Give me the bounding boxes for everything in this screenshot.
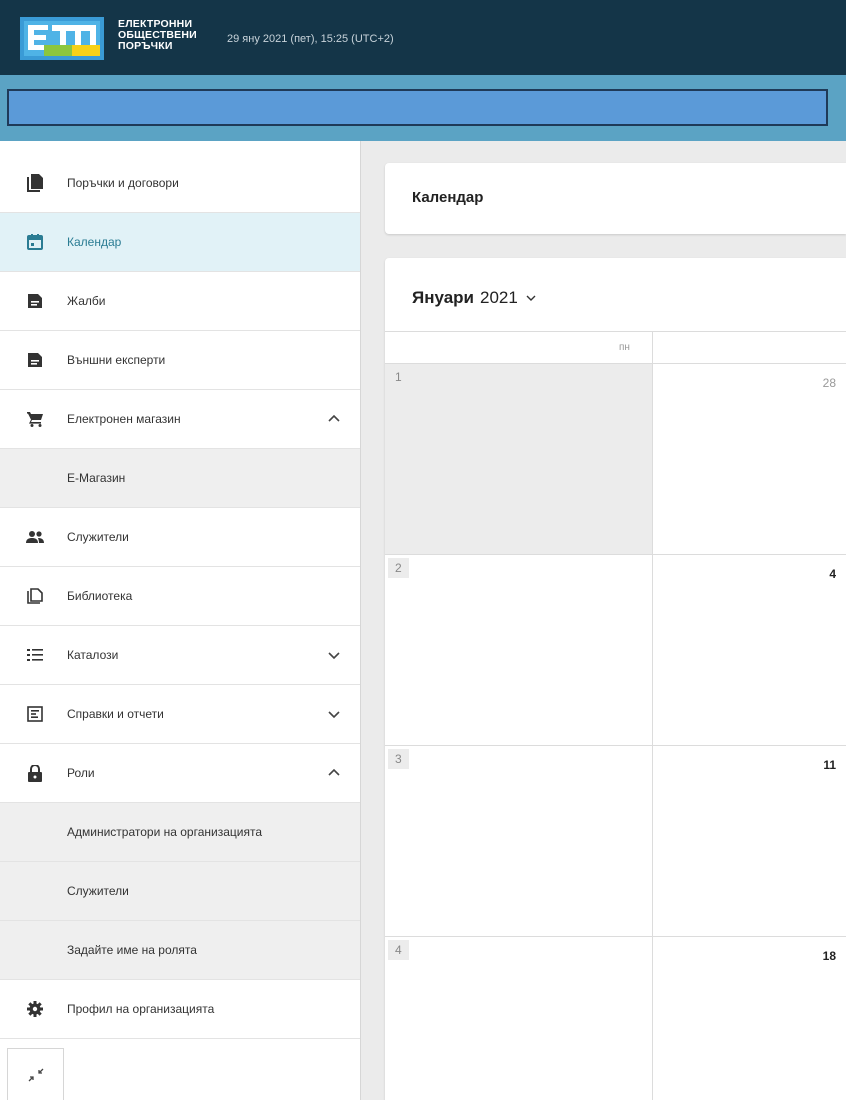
sidebar-item-label: Е-Магазин <box>67 471 126 485</box>
file-text-icon <box>26 351 44 369</box>
calendar-day-cell[interactable] <box>385 364 652 554</box>
sidebar-item-label: Справки и отчети <box>67 707 164 721</box>
chevron-up-icon <box>328 414 340 422</box>
library-icon <box>26 587 44 605</box>
sidebar-item-label: Библиотека <box>67 589 133 603</box>
sidebar-item-library[interactable]: Библиотека <box>0 567 360 626</box>
day-number: 11 <box>823 758 836 772</box>
collapse-sidebar-button[interactable] <box>7 1048 64 1100</box>
chevron-up-icon <box>328 768 340 776</box>
calendar-week: 1 28 <box>385 364 846 555</box>
sidebar-item-external-experts[interactable]: Външни експерти <box>0 331 360 390</box>
sidebar-item-label: Календар <box>67 235 122 249</box>
sidebar-item-employees[interactable]: Служители <box>0 508 360 567</box>
calendar-card: Януари 2021 пн 1 28 2 4 3 11 4 18 <box>385 258 846 1100</box>
sidebar-item-label: Администратори на организацията <box>67 825 262 839</box>
page-title: Календар <box>412 189 484 206</box>
lock-icon <box>26 764 44 782</box>
sidebar-item-roles[interactable]: Роли <box>0 744 360 803</box>
current-datetime: 29 яну 2021 (пет), 15:25 (UTC+2) <box>227 33 394 45</box>
calendar-day-cell[interactable] <box>385 555 652 745</box>
sidebar-item-org-profile[interactable]: Профил на организацията <box>0 980 360 1039</box>
sidebar-item-label: Профил на организацията <box>67 1002 215 1016</box>
day-number: 4 <box>829 567 836 581</box>
month-label: Януари <box>412 288 475 307</box>
top-header: ЕЛЕКТРОННИ ОБЩЕСТВЕНИ ПОРЪЧКИ 29 яну 202… <box>0 0 846 75</box>
logo-line-3: ПОРЪЧКИ <box>118 40 173 52</box>
week-number: 4 <box>388 940 409 960</box>
sidebar-item-label: Жалби <box>67 294 106 308</box>
sidebar-item-label: Поръчки и договори <box>67 176 179 190</box>
week-number: 3 <box>388 749 409 769</box>
sidebar-item-label: Външни експерти <box>67 353 166 367</box>
logo[interactable] <box>20 17 104 60</box>
sidebar-item-calendar[interactable]: Календар <box>0 213 360 272</box>
chevron-down-icon <box>526 295 536 301</box>
calendar-header: пн <box>385 331 846 365</box>
logo-text: ЕЛЕКТРОННИ ОБЩЕСТВЕНИ ПОРЪЧКИ <box>118 19 197 52</box>
sidebar-item-label: Задайте име на ролята <box>67 943 197 957</box>
year-label: 2021 <box>480 288 518 307</box>
sidebar-item-reports[interactable]: Справки и отчети <box>0 685 360 744</box>
calendar-day-cell[interactable] <box>385 746 652 936</box>
list-icon <box>26 646 44 664</box>
sidebar-subitem-employees[interactable]: Служители <box>0 862 360 921</box>
sidebar-item-label: Служители <box>67 884 129 898</box>
sidebar-item-complaints[interactable]: Жалби <box>0 272 360 331</box>
chevron-down-icon <box>328 711 340 719</box>
sidebar-item-label: Каталози <box>67 648 119 662</box>
search-input[interactable] <box>7 89 828 126</box>
sidebar-item-e-shop[interactable]: Електронен магазин <box>0 390 360 449</box>
file-text-icon <box>26 292 44 310</box>
chevron-down-icon <box>328 652 340 660</box>
day-of-week-header: пн <box>619 342 630 353</box>
sidebar-item-label: Служители <box>67 530 129 544</box>
week-number: 1 <box>395 370 402 384</box>
calendar-day-cell[interactable] <box>385 937 652 1100</box>
people-icon <box>26 528 44 546</box>
week-number: 2 <box>388 558 409 578</box>
sidebar-item-label: Роли <box>67 766 95 780</box>
sidebar: Поръчки и договори Календар Жалби Външни… <box>0 141 361 1100</box>
calendar-week: 3 11 <box>385 746 846 937</box>
day-number: 18 <box>822 949 836 963</box>
collapse-icon <box>28 1068 43 1081</box>
sidebar-subitem-org-admins[interactable]: Администратори на организацията <box>0 803 360 862</box>
calendar-week: 2 4 <box>385 555 846 746</box>
sidebar-item-label: Електронен магазин <box>67 412 181 426</box>
sidebar-item-orders[interactable]: Поръчки и договори <box>0 154 360 213</box>
gear-icon <box>26 1000 44 1018</box>
cart-icon <box>26 410 44 428</box>
calendar-week: 4 18 <box>385 937 846 1100</box>
sidebar-item-catalogs[interactable]: Каталози <box>0 626 360 685</box>
sidebar-subitem-role-name[interactable]: Задайте име на ролята <box>0 921 360 980</box>
document-icon <box>26 174 44 192</box>
report-icon <box>26 705 44 723</box>
day-number: 28 <box>822 376 836 390</box>
sidebar-subitem-e-shop[interactable]: Е-Магазин <box>0 449 360 508</box>
calendar-icon <box>26 233 44 251</box>
page-title-card: Календар <box>385 163 846 234</box>
month-selector[interactable]: Януари 2021 <box>412 288 536 308</box>
search-bar-area <box>0 75 846 141</box>
